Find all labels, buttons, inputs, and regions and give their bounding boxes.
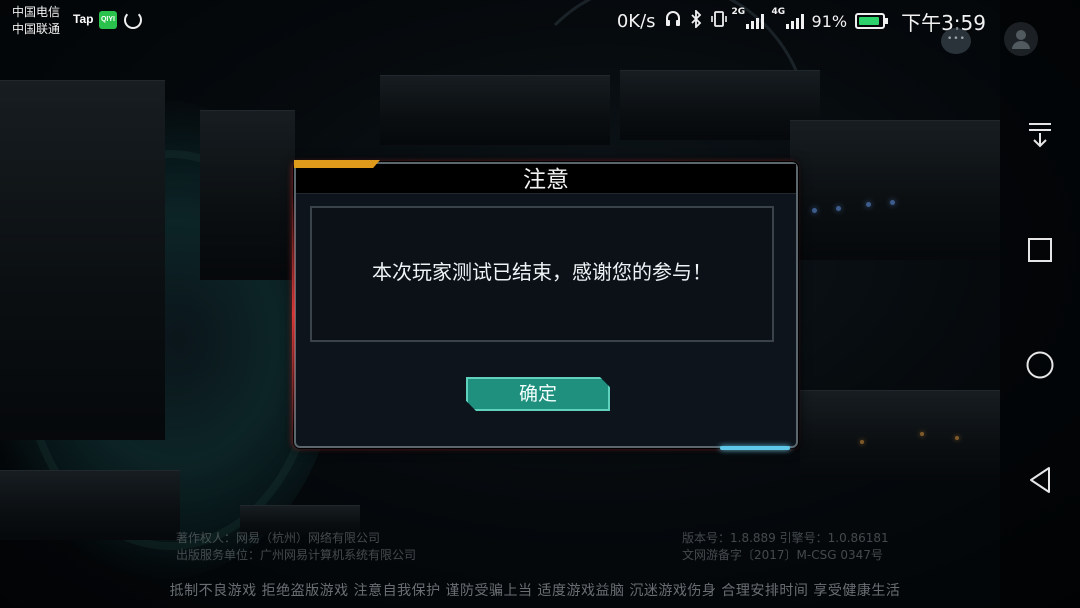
battery-fill	[859, 17, 880, 25]
dialog-message: 本次玩家测试已结束，感谢您的参与！	[372, 260, 712, 284]
battery-percent: 91%	[811, 11, 848, 31]
status-bar: 中国电信 中国联通 Tap QIYI 0K/s 2G 4G 91% 下午3:59	[0, 0, 1000, 42]
pull-down-icon[interactable]	[1020, 115, 1060, 155]
legal-left: 著作权人：网易（杭州）网络有限公司 出版服务单位：广州网易计算机系统有限公司	[176, 530, 416, 564]
clock: 下午3:59	[901, 10, 986, 35]
carrier-2: 中国联通	[12, 22, 61, 36]
legal-right: 版本号：1.8.889 引擎号：1.0.86181 文网游备字〔2017〕M-C…	[682, 530, 889, 564]
network-speed: 0K/s	[616, 10, 656, 32]
message-box: 本次玩家测试已结束，感谢您的参与！	[310, 206, 774, 342]
chat-icon[interactable]	[941, 28, 971, 54]
legal-line: 著作权人：网易（杭州）网络有限公司	[176, 531, 381, 545]
headset-icon	[664, 10, 682, 33]
triangle-back-icon[interactable]	[1020, 460, 1060, 500]
circle-home-icon[interactable]	[1020, 345, 1060, 385]
vibrate-icon	[710, 10, 728, 33]
network-type-4g: 4G	[771, 7, 786, 17]
iqiyi-icon: QIYI	[99, 11, 117, 29]
bluetooth-icon	[690, 8, 702, 33]
signal-4g-icon: 4G	[772, 7, 804, 29]
network-type-2g: 2G	[731, 7, 746, 17]
carrier-labels: 中国电信 中国联通	[12, 4, 60, 38]
dialog-red-glow	[292, 194, 295, 434]
status-indicators: 0K/s 2G 4G 91% 下午3:59	[616, 7, 986, 35]
carrier-1: 中国电信	[12, 5, 61, 19]
legal-line: 版本号：1.8.889 引擎号：1.0.86181	[682, 531, 889, 545]
square-recent-icon[interactable]	[1020, 230, 1060, 270]
battery-icon	[855, 13, 889, 29]
taptap-icon: Tap	[73, 12, 94, 26]
dialog-cyan-accent	[720, 446, 790, 450]
notice-dialog: 注意 本次玩家测试已结束，感谢您的参与！ 确定	[292, 160, 798, 450]
health-gaming-notice: 抵制不良游戏 拒绝盗版游戏 注意自我保护 谨防受骗上当 适度游戏益脑 沉迷游戏伤…	[169, 583, 901, 599]
legal-line: 文网游备字〔2017〕M-CSG 0347号	[682, 548, 883, 562]
battery-nub	[885, 18, 889, 24]
dialog-title: 注意	[523, 167, 569, 193]
confirm-button[interactable]: 确定	[466, 377, 610, 411]
sync-icon	[124, 11, 142, 29]
signal-2g-icon: 2G	[732, 7, 764, 29]
legal-line: 出版服务单位：广州网易计算机系统有限公司	[176, 548, 417, 562]
android-nav-bar	[1000, 0, 1080, 608]
